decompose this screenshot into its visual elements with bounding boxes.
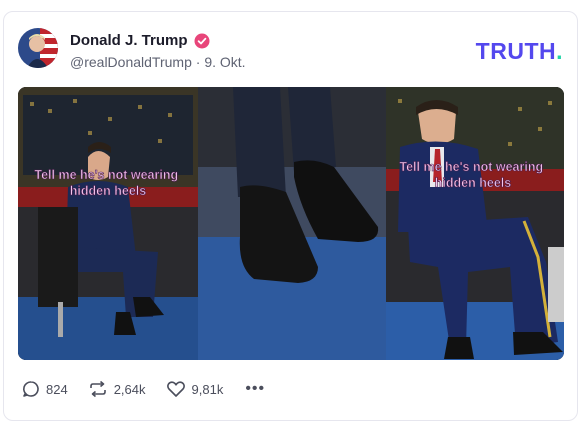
retruth-icon (88, 380, 108, 398)
reply-icon (22, 380, 40, 398)
like-count: 9,81k (191, 381, 224, 397)
post-card: Donald J. Trump @realDonaldTrump · 9. Ok… (3, 11, 578, 421)
verified-icon (194, 33, 210, 49)
retruth-count: 2,64k (113, 381, 146, 397)
like-icon (166, 380, 186, 398)
like-button[interactable]: 9,81k (166, 380, 224, 398)
meta-separator: · (195, 54, 201, 70)
media-panel-middle (198, 87, 386, 360)
author-name[interactable]: Donald J. Trump (70, 32, 188, 49)
author-handle[interactable]: @realDonaldTrump (70, 54, 192, 70)
author-avatar[interactable] (18, 28, 58, 68)
reply-button[interactable]: 824 (22, 380, 68, 398)
retruth-button[interactable]: 2,64k (88, 380, 146, 398)
truth-logo[interactable]: TRUTH. (476, 38, 563, 65)
more-icon[interactable]: ••• (245, 380, 265, 398)
media-panel-right (386, 87, 564, 360)
logo-dot: . (556, 38, 563, 64)
media-panel-left (18, 87, 198, 360)
post-actions: 824 2,64k 9,81k ••• (22, 380, 265, 398)
post-meta: @realDonaldTrump · 9. Okt. (70, 54, 246, 70)
post-date[interactable]: 9. Okt. (204, 54, 245, 70)
reply-count: 824 (46, 381, 68, 397)
post-media[interactable]: Tell me he's not wearing hidden heels Te… (18, 87, 564, 360)
logo-text: TRUTH (475, 38, 557, 64)
